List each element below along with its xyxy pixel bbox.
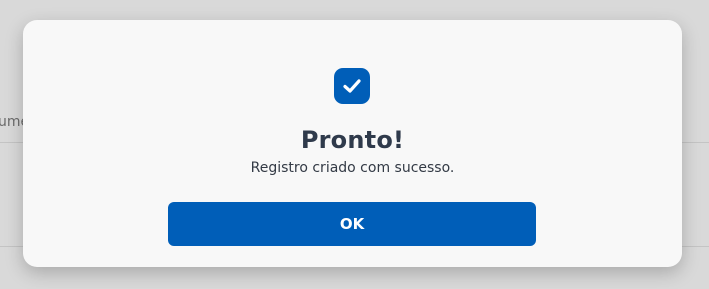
dialog-title: Pronto! bbox=[300, 126, 405, 154]
success-dialog: Pronto! Registro criado com sucesso. OK bbox=[23, 20, 682, 267]
ok-button[interactable]: OK bbox=[168, 202, 536, 246]
check-icon bbox=[334, 68, 370, 104]
dialog-message: Registro criado com sucesso. bbox=[250, 160, 455, 176]
